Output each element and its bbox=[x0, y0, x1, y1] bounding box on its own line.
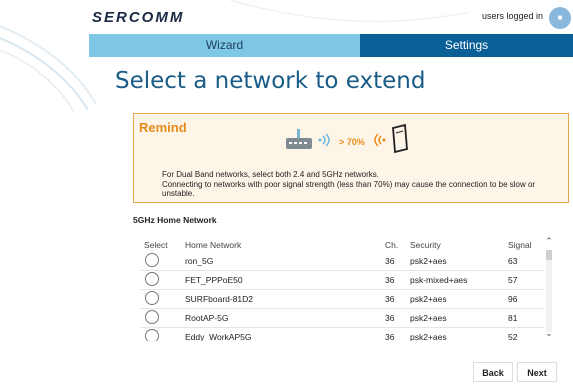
table-row[interactable]: FET_PPPoE50 36 psk-mixed+aes 57 bbox=[140, 271, 544, 290]
page-title: Select a network to extend bbox=[115, 68, 426, 94]
header-security: Security bbox=[410, 240, 441, 250]
network-channel: 36 bbox=[385, 332, 395, 341]
wifi-wave-icon bbox=[374, 133, 386, 147]
network-channel: 36 bbox=[385, 256, 395, 266]
network-security: psk2+aes bbox=[410, 256, 447, 266]
select-radio[interactable] bbox=[145, 291, 159, 305]
network-signal: 52 bbox=[508, 332, 518, 341]
table-header: Select Home Network Ch. Security Signal bbox=[140, 236, 554, 252]
network-channel: 36 bbox=[385, 294, 395, 304]
chevron-up-icon[interactable]: ⌃ bbox=[544, 236, 554, 247]
header-channel: Ch. bbox=[385, 240, 399, 250]
scroll-thumb[interactable] bbox=[546, 250, 552, 260]
table-row[interactable]: RootAP-5G 36 psk2+aes 81 bbox=[140, 309, 544, 328]
header-signal: Signal bbox=[508, 240, 532, 250]
network-signal: 63 bbox=[508, 256, 518, 266]
table-row[interactable]: ron_5G 36 psk2+aes 63 bbox=[140, 252, 544, 271]
select-radio[interactable] bbox=[145, 253, 159, 267]
network-table: Select Home Network Ch. Security Signal … bbox=[140, 236, 554, 341]
tab-wizard[interactable]: Wizard bbox=[89, 34, 360, 57]
remind-text-signal: Connecting to networks with poor signal … bbox=[162, 180, 536, 198]
user-icon[interactable]: ■ bbox=[549, 7, 571, 29]
header-select: Select bbox=[144, 240, 168, 250]
select-radio[interactable] bbox=[145, 272, 159, 286]
remind-text-dual-band: For Dual Band networks, select both 2.4 … bbox=[162, 170, 379, 179]
table-row[interactable]: SURFboard-81D2 36 psk2+aes 96 bbox=[140, 290, 544, 309]
tab-settings[interactable]: Settings bbox=[360, 34, 573, 57]
network-name: FET_PPPoE50 bbox=[185, 275, 243, 285]
next-button[interactable]: Next bbox=[517, 362, 557, 382]
extender-device-icon bbox=[392, 124, 408, 154]
table-row[interactable]: Eddy_WorkAP5G 36 psk2+aes 52 bbox=[140, 328, 544, 341]
network-name: ron_5G bbox=[185, 256, 214, 266]
network-channel: 36 bbox=[385, 313, 395, 323]
network-security: psk-mixed+aes bbox=[410, 275, 468, 285]
remind-box: Remind > 70% For Dual Band networks, sel… bbox=[133, 113, 569, 203]
header-home-network: Home Network bbox=[185, 240, 242, 250]
chevron-down-icon[interactable]: ⌄ bbox=[544, 328, 554, 339]
signal-threshold: > 70% bbox=[339, 137, 365, 147]
network-signal: 96 bbox=[508, 294, 518, 304]
tab-bar: Wizard Settings bbox=[89, 34, 573, 57]
select-radio[interactable] bbox=[145, 329, 159, 341]
section-title: 5GHz Home Network bbox=[133, 215, 217, 225]
network-security: psk2+aes bbox=[410, 294, 447, 304]
network-channel: 36 bbox=[385, 275, 395, 285]
network-security: psk2+aes bbox=[410, 332, 447, 341]
network-security: psk2+aes bbox=[410, 313, 447, 323]
remind-title: Remind bbox=[139, 120, 187, 135]
wifi-wave-icon bbox=[318, 133, 330, 147]
router-icon bbox=[286, 129, 312, 149]
scroll-track[interactable] bbox=[546, 250, 552, 332]
network-signal: 57 bbox=[508, 275, 518, 285]
user-status-text: users logged in bbox=[482, 11, 544, 21]
network-signal: 81 bbox=[508, 313, 518, 323]
back-button[interactable]: Back bbox=[473, 362, 513, 382]
table-scrollbar[interactable]: ⌃ ⌄ bbox=[544, 236, 554, 341]
select-radio[interactable] bbox=[145, 310, 159, 324]
sercomm-logo: SERCOMM bbox=[92, 9, 185, 26]
network-name: SURFboard-81D2 bbox=[185, 294, 254, 304]
network-name: Eddy_WorkAP5G bbox=[185, 332, 252, 341]
network-name: RootAP-5G bbox=[185, 313, 229, 323]
